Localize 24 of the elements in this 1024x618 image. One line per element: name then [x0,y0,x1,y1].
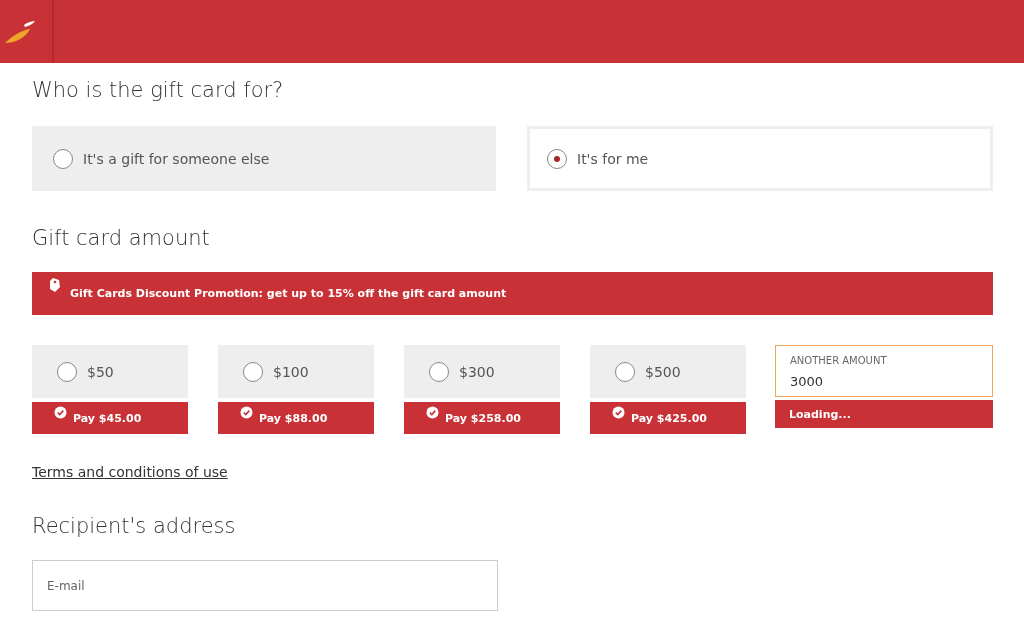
pay-label: Pay $258.00 [404,402,560,434]
amount-option[interactable]: $50 [32,345,188,398]
amount-option[interactable]: $100 [218,345,374,398]
recipient-option[interactable]: It's for me [527,126,993,191]
check-badge-icon [240,406,253,419]
section-title: Who is the gift card for? [32,77,285,104]
section-title: Gift card amount [32,226,211,250]
amount-option[interactable]: $300 [404,345,560,398]
logo-icon[interactable] [4,19,36,44]
pay-label: Pay $88.00 [218,402,374,434]
pay-label: Pay $425.00 [590,402,746,434]
section-title: Recipient's address [32,514,237,538]
email-field[interactable]: E-mail [32,560,498,611]
loading-label: Loading... [775,400,993,428]
promotion-text: Gift Cards Discount Promotion: get up to 15% off the gift card amount [70,287,507,300]
terms-link[interactable]: Terms and conditions of use [32,464,228,480]
pay-label: Pay $45.00 [32,402,188,434]
field-label: ANOTHER AMOUNT [790,355,887,366]
amount-option[interactable]: $500 [590,345,746,398]
check-badge-icon [612,406,625,419]
check-badge-icon [426,406,439,419]
recipient-option[interactable]: It's a gift for someone else [32,126,496,191]
tag-icon [49,277,61,293]
check-badge-icon [54,406,67,419]
